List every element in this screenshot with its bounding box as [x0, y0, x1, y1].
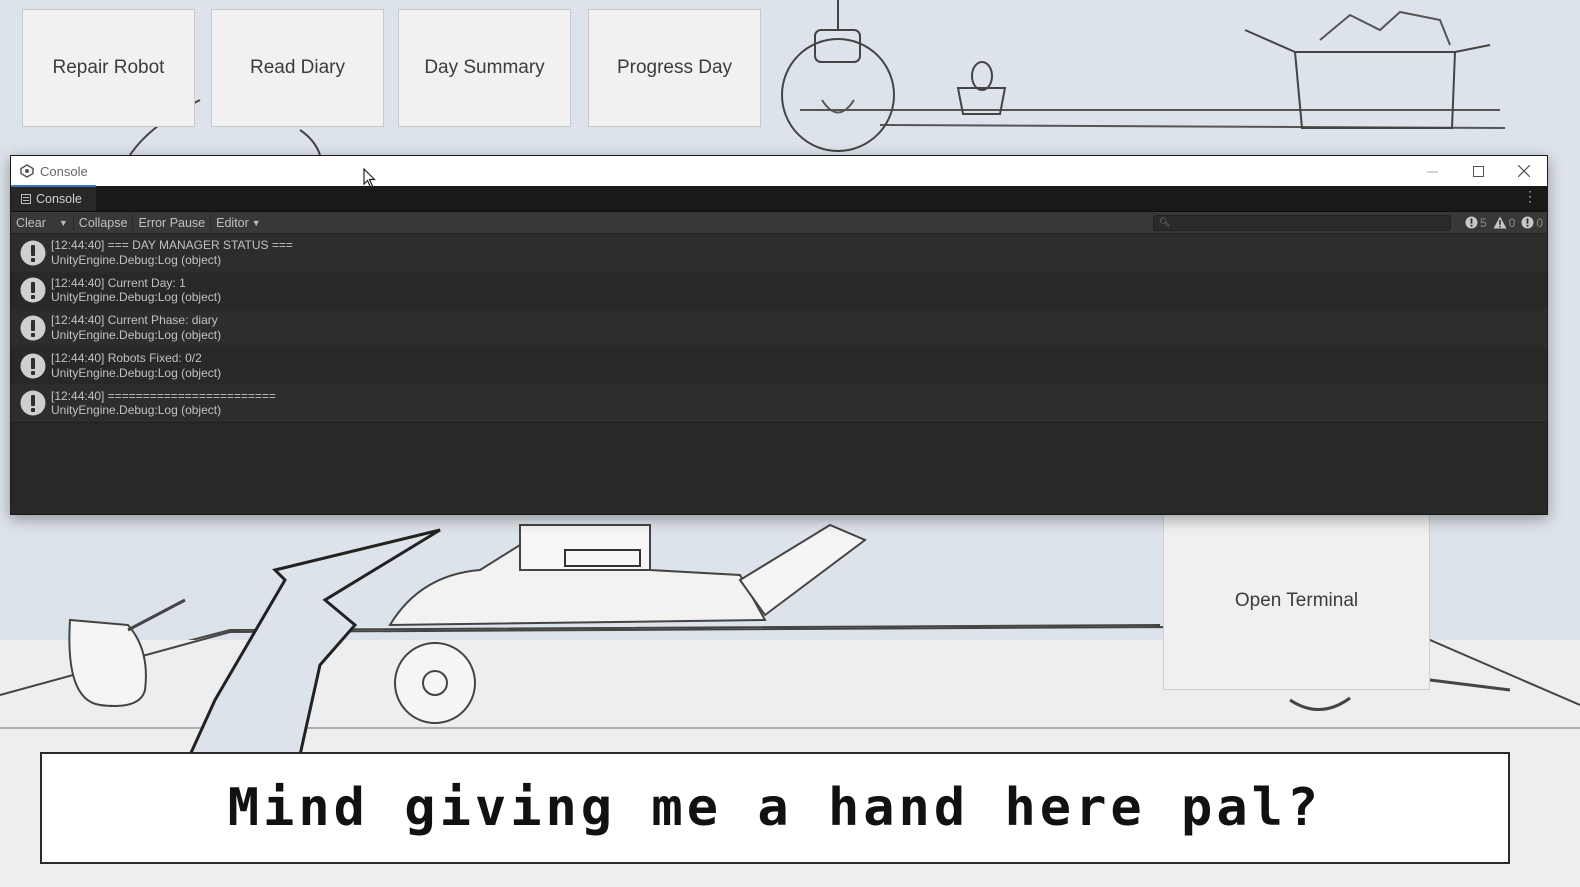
- clear-label: Clear: [16, 215, 46, 230]
- dialogue-text: Mind giving me a hand here pal?: [227, 778, 1323, 838]
- log-entry[interactable]: [12:44:40] ======================== Unit…: [11, 384, 1547, 422]
- console-log-list: [12:44:40] === DAY MANAGER STATUS === Un…: [11, 234, 1547, 423]
- more-options-icon[interactable]: ⋮: [1513, 188, 1547, 211]
- console-search-input[interactable]: 🔍︎: [1152, 214, 1451, 231]
- open-terminal-button[interactable]: Open Terminal: [1163, 512, 1430, 690]
- repair-robot-button[interactable]: Repair Robot: [22, 9, 195, 127]
- console-window-title: Console: [40, 163, 88, 179]
- clear-button[interactable]: Clear: [11, 212, 51, 234]
- info-icon: [20, 315, 46, 341]
- info-icon: [1465, 216, 1478, 229]
- close-icon: [1518, 165, 1530, 177]
- close-button[interactable]: [1501, 156, 1547, 186]
- error-icon: [1521, 216, 1534, 229]
- console-toolbar: Clear ▼ Collapse Error Pause Editor ▼ 🔍︎: [11, 212, 1547, 234]
- mouse-cursor-icon: [363, 168, 376, 188]
- log-message: [12:44:40] Current Day: 1: [51, 275, 186, 290]
- maximize-button[interactable]: [1455, 156, 1501, 186]
- log-entry[interactable]: [12:44:40] Current Phase: diary UnityEng…: [11, 309, 1547, 347]
- log-counts: 5 0 0: [1459, 216, 1543, 230]
- search-icon: 🔍︎: [1158, 217, 1171, 227]
- editor-dropdown[interactable]: Editor ▼: [211, 212, 266, 234]
- console-tabbar: Console ⋮: [11, 185, 1547, 212]
- chevron-down-icon: ▼: [58, 217, 68, 228]
- unity-logo-icon: [20, 164, 34, 178]
- collapse-toggle[interactable]: Collapse: [74, 212, 133, 234]
- log-stacktrace: UnityEngine.Debug:Log (object): [51, 252, 222, 267]
- log-message: [12:44:40] === DAY MANAGER STATUS ===: [51, 238, 293, 253]
- log-stacktrace: UnityEngine.Debug:Log (object): [51, 290, 222, 305]
- chevron-down-icon: ▼: [251, 217, 261, 228]
- log-entry[interactable]: [12:44:40] === DAY MANAGER STATUS === Un…: [11, 234, 1547, 272]
- log-entry[interactable]: [12:44:40] Robots Fixed: 0/2 UnityEngine…: [11, 346, 1547, 385]
- log-count-toggle[interactable]: 5: [1465, 216, 1487, 230]
- day-summary-button[interactable]: Day Summary: [398, 9, 571, 127]
- minimize-icon: [1426, 171, 1438, 172]
- log-entry[interactable]: [12:44:40] Current Day: 1 UnityEngine.De…: [11, 271, 1547, 310]
- tab-console-label: Console: [36, 192, 82, 206]
- log-count: 5: [1479, 215, 1487, 230]
- log-stacktrace: UnityEngine.Debug:Log (object): [51, 403, 222, 418]
- console-window: Console Console ⋮ Clear ▼ Collapse Error…: [10, 155, 1548, 515]
- dialogue-box: Mind giving me a hand here pal?: [40, 752, 1510, 864]
- log-stacktrace: UnityEngine.Debug:Log (object): [51, 365, 222, 380]
- info-icon: [20, 277, 46, 303]
- clear-options-dropdown[interactable]: ▼: [51, 212, 73, 234]
- log-stacktrace: UnityEngine.Debug:Log (object): [51, 327, 222, 342]
- error-pause-label: Error Pause: [138, 215, 206, 230]
- info-icon: [20, 353, 46, 379]
- tab-console[interactable]: Console: [11, 185, 96, 211]
- minimize-button[interactable]: [1409, 156, 1455, 186]
- warning-count-toggle[interactable]: 0: [1493, 215, 1516, 230]
- editor-label: Editor: [216, 215, 249, 230]
- info-icon: [20, 390, 46, 416]
- log-message: [12:44:40] ========================: [51, 388, 276, 403]
- collapse-label: Collapse: [78, 215, 128, 230]
- error-count-toggle[interactable]: 0: [1521, 216, 1543, 230]
- console-titlebar[interactable]: Console: [11, 156, 1547, 186]
- log-message: [12:44:40] Current Phase: diary: [51, 313, 218, 328]
- info-icon: [20, 240, 46, 266]
- console-tab-icon: [21, 194, 31, 204]
- maximize-icon: [1472, 165, 1484, 177]
- warning-count: 0: [1508, 215, 1516, 230]
- log-list-divider: [11, 421, 1547, 423]
- read-diary-button[interactable]: Read Diary: [211, 9, 384, 127]
- warning-icon: [1493, 216, 1507, 229]
- log-message: [12:44:40] Robots Fixed: 0/2: [51, 351, 202, 366]
- progress-day-button[interactable]: Progress Day: [588, 9, 761, 127]
- error-pause-toggle[interactable]: Error Pause: [133, 212, 210, 234]
- error-count: 0: [1536, 215, 1543, 230]
